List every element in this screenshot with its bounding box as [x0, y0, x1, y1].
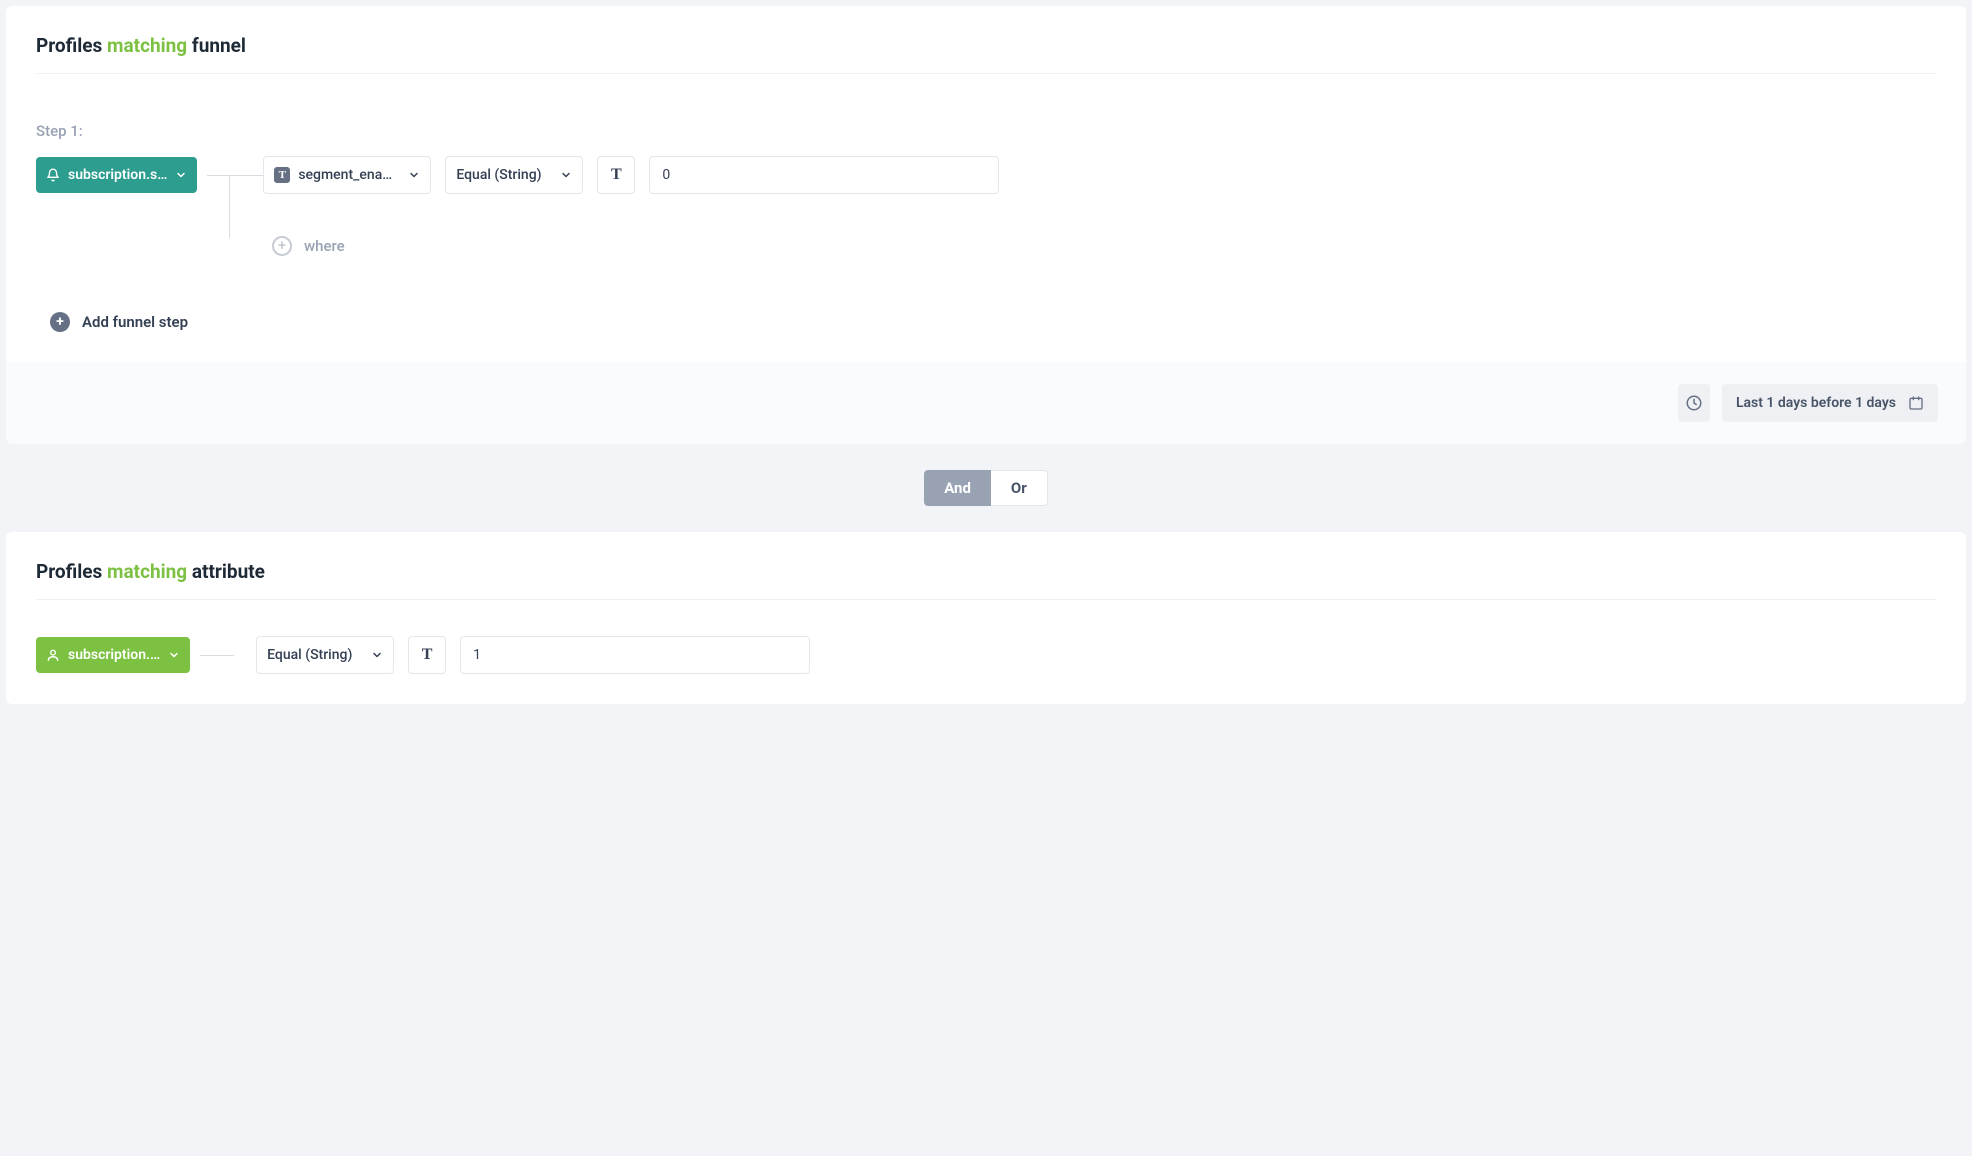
property-label: segment_ena…: [298, 167, 400, 183]
logic-or-button[interactable]: Or: [991, 470, 1048, 506]
funnel-title: Profiles matching funnel: [36, 34, 1936, 57]
add-where-button[interactable]: + where: [272, 236, 345, 256]
where-row: + where: [272, 236, 1936, 256]
logic-and-button[interactable]: And: [924, 470, 991, 506]
logic-row: And Or: [6, 444, 1966, 532]
attribute-title: Profiles matching attribute: [36, 560, 1936, 583]
operator-select[interactable]: Equal (String): [445, 156, 583, 194]
plus-circle-icon: +: [272, 236, 292, 256]
connector: [200, 655, 234, 656]
event-chip-label: subscription.s…: [68, 167, 167, 183]
calendar-icon: [1908, 395, 1924, 411]
attribute-panel: Profiles matching attribute subscription…: [6, 532, 1966, 704]
step-label: Step 1:: [36, 122, 1936, 140]
attr-operator-label: Equal (String): [267, 647, 363, 663]
attr-value-type-button[interactable]: T: [408, 636, 446, 674]
where-label: where: [304, 237, 345, 255]
date-footer: Last 1 days before 1 days: [6, 362, 1966, 444]
add-funnel-step[interactable]: + Add funnel step: [50, 312, 1936, 332]
title-matching: matching: [107, 560, 187, 583]
value-input[interactable]: [649, 156, 999, 194]
date-range-label: Last 1 days before 1 days: [1736, 395, 1896, 411]
title-suffix: attribute: [192, 560, 265, 583]
chevron-down-icon: [168, 649, 180, 661]
divider: [36, 73, 1936, 74]
value-type-button[interactable]: T: [597, 156, 635, 194]
person-icon: [46, 648, 60, 662]
add-step-label: Add funnel step: [82, 313, 188, 331]
attribute-filter-row: subscription.… Equal (String) T: [36, 636, 1936, 674]
bell-icon: [46, 168, 60, 182]
event-chip[interactable]: subscription.s…: [36, 157, 197, 193]
clock-icon: [1685, 394, 1703, 412]
operator-label: Equal (String): [456, 167, 552, 183]
attr-value-input[interactable]: [460, 636, 810, 674]
plus-circle-solid-icon: +: [50, 312, 70, 332]
attribute-chip[interactable]: subscription.…: [36, 637, 190, 673]
chevron-down-icon: [175, 169, 187, 181]
chevron-down-icon: [408, 169, 420, 181]
funnel-panel: Profiles matching funnel Step 1: subscri…: [6, 6, 1966, 368]
title-suffix: funnel: [192, 34, 246, 57]
connector: [197, 156, 263, 194]
title-matching: matching: [107, 34, 187, 57]
chevron-down-icon: [371, 649, 383, 661]
chevron-down-icon: [560, 169, 572, 181]
text-type-icon: T: [274, 167, 290, 183]
property-select[interactable]: T segment_ena…: [263, 156, 431, 194]
attr-operator-select[interactable]: Equal (String): [256, 636, 394, 674]
attribute-chip-label: subscription.…: [68, 647, 160, 663]
clock-button[interactable]: [1678, 384, 1710, 422]
funnel-filter-row: subscription.s… T segment_ena… Equal (St…: [36, 156, 1936, 194]
title-prefix: Profiles: [36, 34, 102, 57]
date-range-button[interactable]: Last 1 days before 1 days: [1722, 384, 1938, 422]
divider: [36, 599, 1936, 600]
title-prefix: Profiles: [36, 560, 102, 583]
